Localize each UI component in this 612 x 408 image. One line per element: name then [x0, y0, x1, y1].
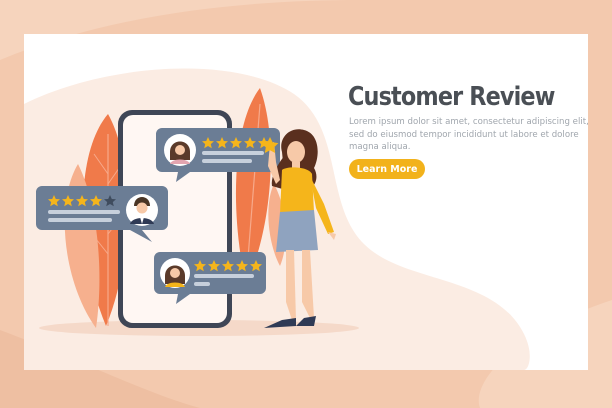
description-text: Lorem ipsum dolor sit amet, consectetur … — [349, 117, 588, 152]
page-title: Customer Review — [348, 82, 555, 112]
man-avatar-icon — [126, 194, 158, 226]
learn-more-button[interactable]: Learn More — [349, 159, 425, 179]
hero-card: Customer Review Lorem ipsum dolor sit am… — [24, 34, 588, 370]
woman-avatar-icon — [160, 258, 190, 288]
woman-avatar-icon — [164, 134, 196, 166]
